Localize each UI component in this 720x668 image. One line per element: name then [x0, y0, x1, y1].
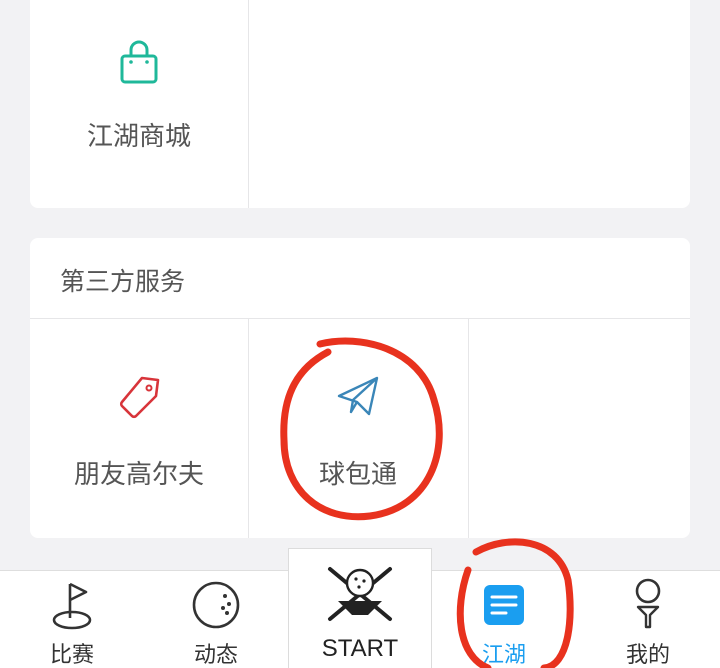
- tab-match-label: 比赛: [49, 643, 94, 668]
- golf-ball-icon: [189, 577, 243, 633]
- grid-divider: [248, 0, 249, 208]
- tab-mine[interactable]: 我的: [576, 571, 720, 668]
- third-party-card: 第三方服务 朋友高尔夫 球包通: [30, 238, 690, 538]
- mall-label: 江湖商城: [86, 122, 191, 152]
- bag-pass-label: 球包通: [318, 460, 397, 490]
- tab-feed-label: 动态: [193, 643, 238, 668]
- shopping-bag-icon: [117, 40, 161, 90]
- mall-card: 江湖商城: [30, 0, 690, 208]
- friend-golf-entry[interactable]: 朋友高尔夫: [30, 372, 248, 491]
- tab-match[interactable]: 比赛: [0, 571, 144, 668]
- tag-icon: [114, 372, 164, 426]
- news-card-icon: [480, 577, 528, 633]
- tab-jianghu[interactable]: 江湖: [432, 571, 576, 668]
- section-divider: [30, 318, 690, 319]
- golf-start-icon: [324, 563, 396, 629]
- grid-divider: [468, 318, 469, 538]
- tab-mine-label: 我的: [625, 643, 670, 668]
- mall-entry[interactable]: 江湖商城: [30, 40, 248, 153]
- bag-pass-entry[interactable]: 球包通: [248, 372, 468, 491]
- tab-feed[interactable]: 动态: [144, 571, 288, 668]
- golf-flag-icon: [46, 577, 98, 633]
- friend-golf-label: 朋友高尔夫: [73, 460, 204, 490]
- section-title: 第三方服务: [60, 267, 186, 296]
- golf-tee-icon: [628, 577, 668, 633]
- paper-plane-icon: [333, 372, 383, 426]
- tab-jianghu-label: 江湖: [481, 643, 526, 668]
- tab-start[interactable]: START: [288, 548, 432, 668]
- tab-start-label: START: [321, 635, 399, 662]
